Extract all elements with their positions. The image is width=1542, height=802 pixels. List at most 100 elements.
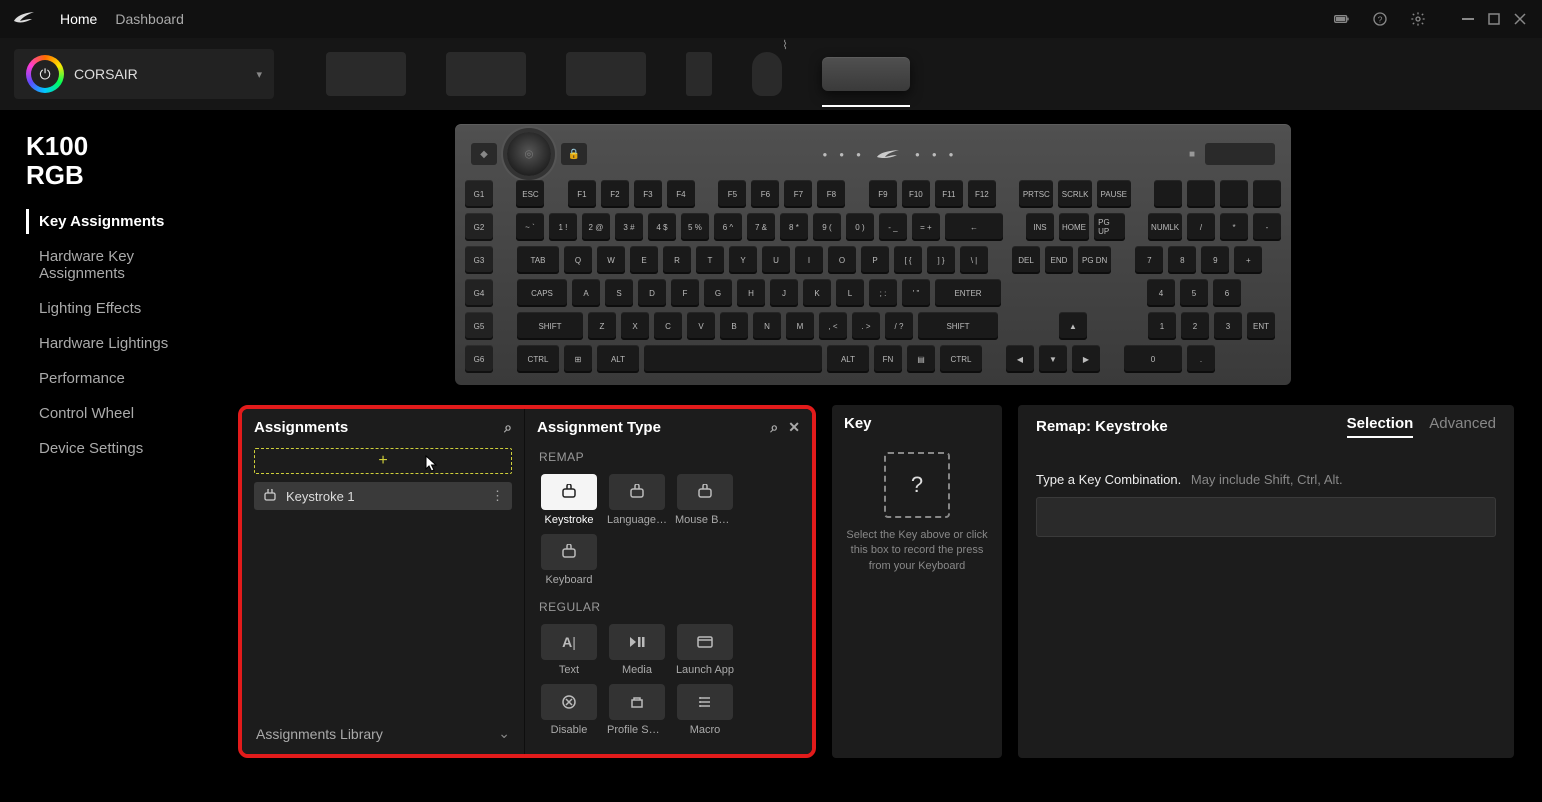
type-tile-keyboard[interactable]: Keyboard	[539, 534, 599, 586]
device-thumb-ram[interactable]	[326, 52, 406, 96]
keycap[interactable]: *	[1220, 213, 1248, 241]
keycap[interactable]: PG UP	[1094, 213, 1125, 241]
keycap[interactable]: SCRLK	[1058, 180, 1092, 208]
assignments-library-toggle[interactable]: Assignments Library ⌄	[242, 713, 524, 754]
keycap[interactable]: O	[828, 246, 856, 274]
keycap[interactable]: 1	[1148, 312, 1176, 340]
keycap[interactable]: ▶	[1072, 345, 1100, 373]
keycap[interactable]	[1187, 180, 1215, 208]
keycap[interactable]: U	[762, 246, 790, 274]
keycap[interactable]: NUMLK	[1148, 213, 1182, 241]
type-tile-profile[interactable]: Profile Swit…	[607, 684, 667, 736]
keycap[interactable]: X	[621, 312, 649, 340]
keycap[interactable]: CAPS	[517, 279, 567, 307]
keycap[interactable]: G	[704, 279, 732, 307]
kb-profile-button[interactable]: ◆	[471, 143, 497, 165]
type-tile-macro[interactable]: Macro	[675, 684, 735, 736]
keycap[interactable]: = +	[912, 213, 940, 241]
keycap[interactable]: 2 @	[582, 213, 610, 241]
keycap[interactable]: 6	[1213, 279, 1241, 307]
device-thumb-case[interactable]	[686, 52, 712, 96]
search-icon[interactable]: ⌕	[770, 419, 778, 436]
keycap[interactable]: 7 &	[747, 213, 775, 241]
keycap[interactable]: P	[861, 246, 889, 274]
settings-gear-icon[interactable]	[1410, 11, 1426, 27]
keycap[interactable]: F12	[968, 180, 996, 208]
keycap[interactable]: F5	[718, 180, 746, 208]
keycap[interactable]: 9 (	[813, 213, 841, 241]
type-tile-keystroke[interactable]: Keystroke	[539, 474, 599, 526]
keycap[interactable]: 6 ^	[714, 213, 742, 241]
keycap[interactable]: H	[737, 279, 765, 307]
keycap[interactable]: A	[572, 279, 600, 307]
keycap[interactable]: C	[654, 312, 682, 340]
keycap[interactable]: ENTER	[935, 279, 1001, 307]
keycap[interactable]: W	[597, 246, 625, 274]
kb-control-wheel[interactable]: ⌾	[507, 132, 551, 176]
keycap[interactable]: ESC	[516, 180, 544, 208]
keycap[interactable]: Q	[564, 246, 592, 274]
keycap[interactable]: INS	[1026, 213, 1054, 241]
keycap[interactable]: 8	[1168, 246, 1196, 274]
type-tile-mouse[interactable]: Mouse Butt…	[675, 474, 735, 526]
sidebar-item-hardware-key-assignments[interactable]: Hardware Key Assignments	[26, 244, 210, 286]
keycap[interactable]: ' "	[902, 279, 930, 307]
help-icon[interactable]: ?	[1372, 11, 1388, 27]
device-thumb-mouse[interactable]: ⌇	[752, 52, 782, 96]
keycap[interactable]: J	[770, 279, 798, 307]
type-tile-media[interactable]: Media	[607, 624, 667, 676]
keycap[interactable]: F	[671, 279, 699, 307]
kb-volume-roller[interactable]	[1205, 143, 1275, 165]
profile-selector[interactable]: ⏻ CORSAIR ▾	[14, 49, 274, 99]
keycap[interactable]: F7	[784, 180, 812, 208]
keycap[interactable]: ] }	[927, 246, 955, 274]
keycap[interactable]: END	[1045, 246, 1073, 274]
keycap[interactable]: B	[720, 312, 748, 340]
key-combination-input[interactable]	[1036, 497, 1496, 537]
keycap[interactable]: \ |	[960, 246, 988, 274]
keycap[interactable]: G5	[465, 312, 493, 340]
nav-home[interactable]: Home	[60, 11, 97, 27]
keycap[interactable]: F9	[869, 180, 897, 208]
keycap[interactable]: L	[836, 279, 864, 307]
keycap[interactable]: HOME	[1059, 213, 1089, 241]
keycap[interactable]: / ?	[885, 312, 913, 340]
close-icon[interactable]: ✕	[788, 419, 800, 436]
keycap[interactable]: ◀	[1006, 345, 1034, 373]
keycap[interactable]: R	[663, 246, 691, 274]
keycap[interactable]: 4 $	[648, 213, 676, 241]
keycap[interactable]: -	[1253, 213, 1281, 241]
assignment-item[interactable]: Keystroke 1 ⋮	[254, 482, 512, 510]
key-record-box[interactable]: ?	[884, 452, 950, 518]
keycap[interactable]: Z	[588, 312, 616, 340]
keycap[interactable]: 5 %	[681, 213, 709, 241]
keycap[interactable]: D	[638, 279, 666, 307]
keycap[interactable]: SHIFT	[918, 312, 998, 340]
keycap[interactable]: +	[1234, 246, 1262, 274]
keycap[interactable]: 9	[1201, 246, 1229, 274]
device-thumb-commander[interactable]	[446, 52, 526, 96]
keycap[interactable]	[1220, 180, 1248, 208]
keycap[interactable]: , <	[819, 312, 847, 340]
keycap[interactable]: DEL	[1012, 246, 1040, 274]
sidebar-item-performance[interactable]: Performance	[26, 366, 210, 391]
keycap[interactable]: ⊞	[564, 345, 592, 373]
tab-advanced[interactable]: Advanced	[1429, 415, 1496, 438]
keycap[interactable]: 8 *	[780, 213, 808, 241]
keycap[interactable]: 4	[1147, 279, 1175, 307]
type-tile-language[interactable]: Language K…	[607, 474, 667, 526]
keycap[interactable]: - _	[879, 213, 907, 241]
kebab-icon[interactable]: ⋮	[491, 488, 504, 504]
window-maximize-icon[interactable]	[1488, 13, 1500, 25]
nav-dashboard[interactable]: Dashboard	[115, 11, 184, 27]
keyboard-visual[interactable]: ◆ ⌾ 🔒 ●●● ●●● ■ G1ESCF1F2F3F4F5F6F7F8F9F…	[455, 124, 1291, 385]
keycap[interactable]: TAB	[517, 246, 559, 274]
keycap[interactable]: [ {	[894, 246, 922, 274]
keycap[interactable]: 0	[1124, 345, 1182, 373]
keycap[interactable]: G2	[465, 213, 493, 241]
keycap[interactable]: ▲	[1059, 312, 1087, 340]
keycap[interactable]: CTRL	[517, 345, 559, 373]
keycap[interactable]: F2	[601, 180, 629, 208]
keycap[interactable]: F10	[902, 180, 930, 208]
keycap[interactable]: F4	[667, 180, 695, 208]
